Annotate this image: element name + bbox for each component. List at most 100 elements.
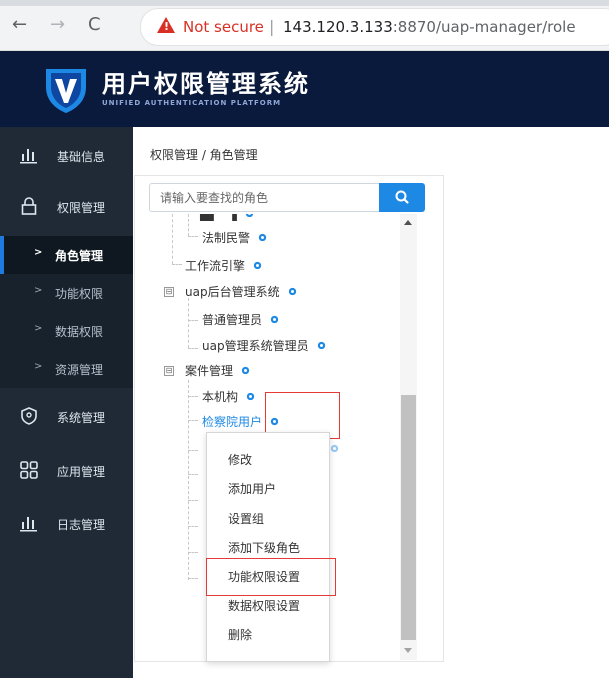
collapse-toggle[interactable]: ⊟ — [164, 287, 174, 297]
url-host: 143.120.3.133 — [283, 18, 393, 36]
tree-node[interactable]: 普通管理员 — [202, 311, 280, 328]
menu-item-data-permission-settings[interactable]: 数据权限设置 — [228, 597, 300, 614]
gear-icon — [245, 214, 254, 218]
context-menu: 修改 添加用户 设置组 添加下级角色 功能权限设置 数据权限设置 删除 — [206, 432, 330, 662]
tree-node-label: 普通管理员 — [202, 313, 263, 327]
gear-icon[interactable] — [287, 286, 298, 297]
tree-connector — [188, 500, 198, 501]
tree-node-clipped: █▌▀▐ — [200, 214, 255, 221]
sidebar-item-basic-info[interactable]: 基础信息 — [0, 134, 133, 178]
tree-node-label: 工作流引擎 — [185, 259, 246, 273]
grid-icon — [20, 461, 38, 479]
tree-connector — [188, 552, 198, 553]
chevron-right-icon: > — [34, 247, 43, 258]
collapse-toggle[interactable]: ⊟ — [164, 366, 174, 376]
sidebar-subitem-function-permission[interactable]: > 功能权限 — [0, 274, 133, 312]
menu-item-edit[interactable]: 修改 — [228, 451, 252, 468]
tree-node-label: uap管理系统管理员 — [202, 339, 309, 353]
tree-connector — [188, 348, 198, 349]
app-title: 用户权限管理系统 — [102, 70, 310, 98]
sidebar-subitem-label: 资源管理 — [55, 363, 104, 377]
tree-connector — [188, 526, 198, 527]
app-header: 用户权限管理系统 UNIFIED AUTHENTICATION PLATFORM — [0, 51, 609, 127]
sidebar-subitem-resource-management[interactable]: > 资源管理 — [0, 350, 133, 388]
tree-connector — [188, 474, 198, 475]
lock-icon — [21, 197, 37, 215]
forward-arrow-icon[interactable]: → — [50, 15, 65, 35]
menu-item-add-user[interactable]: 添加用户 — [228, 480, 276, 497]
sidebar-item-label: 应用管理 — [57, 465, 106, 479]
tree-connector — [188, 214, 189, 236]
security-label[interactable]: Not secure — [183, 18, 264, 36]
tree-scrollbar-thumb[interactable] — [401, 395, 416, 640]
tree-connector — [188, 380, 189, 580]
sidebar-subitem-role-management[interactable]: > 角色管理 — [0, 236, 133, 274]
sidebar-subitem-label: 功能权限 — [55, 287, 104, 301]
menu-item-add-sub-role[interactable]: 添加下级角色 — [228, 539, 300, 556]
browser-toolbar: ← → C ! Not secure | 143.120.3.133:8870/… — [0, 0, 609, 51]
tree-connector — [188, 298, 189, 348]
tree-node-label: 本机构 — [202, 390, 239, 404]
tree-node[interactable]: uap管理系统管理员 — [202, 337, 327, 354]
url-path: :8870/uap-manager/role — [392, 18, 576, 36]
bar-chart-icon — [20, 149, 37, 164]
back-arrow-icon[interactable]: ← — [12, 15, 27, 35]
scroll-up-arrow-icon[interactable] — [404, 220, 412, 225]
tree-node-label: 案件管理 — [185, 364, 234, 378]
tree-connector — [188, 396, 198, 397]
sidebar-item-label: 系统管理 — [57, 411, 106, 425]
address-bar[interactable]: ! Not secure | 143.120.3.133:8870/uap-ma… — [140, 8, 609, 46]
sidebar-item-label: 日志管理 — [57, 518, 106, 532]
scroll-down-arrow-icon[interactable] — [404, 648, 412, 653]
sidebar-subitem-data-permission[interactable]: > 数据权限 — [0, 312, 133, 350]
search-icon — [395, 190, 409, 204]
tree-connector — [188, 420, 198, 421]
tree-node[interactable]: uap后台管理系统 — [185, 283, 298, 300]
gear-icon[interactable] — [245, 391, 256, 402]
tree-node[interactable]: 本机构 — [202, 388, 256, 405]
gear-icon[interactable] — [316, 340, 327, 351]
tree-node[interactable]: 案件管理 — [185, 362, 251, 379]
tree-node[interactable]: 法制民警 — [202, 229, 268, 246]
gear-icon[interactable] — [252, 260, 263, 271]
app-subtitle: UNIFIED AUTHENTICATION PLATFORM — [102, 99, 282, 107]
sidebar-item-system-management[interactable]: 系统管理 — [0, 395, 133, 439]
sidebar-item-log-management[interactable]: 日志管理 — [0, 502, 133, 546]
tree-node-label: 检察院用户 — [202, 415, 263, 429]
sidebar-item-label: 基础信息 — [57, 150, 106, 164]
chevron-right-icon: > — [34, 323, 43, 334]
sidebar-item-permission-management[interactable]: 权限管理 — [0, 185, 133, 229]
tree-connector — [188, 578, 198, 579]
tree-node[interactable]: 工作流引擎 — [185, 257, 263, 274]
highlight-box-menu — [206, 558, 336, 596]
menu-item-set-group[interactable]: 设置组 — [228, 510, 264, 527]
gear-icon — [330, 444, 339, 453]
sidebar-item-application-management[interactable]: 应用管理 — [0, 449, 133, 493]
shield-icon — [21, 407, 37, 425]
gear-icon[interactable] — [269, 314, 280, 325]
tree-connector — [172, 214, 173, 264]
gear-icon[interactable] — [257, 232, 268, 243]
chevron-right-icon: > — [34, 361, 43, 372]
tree-node-label: 法制民警 — [202, 231, 251, 245]
tree-node-label: uap后台管理系统 — [185, 285, 280, 299]
tree-connector — [188, 236, 198, 237]
menu-item-delete[interactable]: 删除 — [228, 626, 252, 643]
bar-chart-icon — [20, 517, 37, 532]
gear-icon[interactable] — [240, 365, 251, 376]
sidebar-item-label: 权限管理 — [57, 201, 106, 215]
tree-connector — [188, 450, 198, 451]
active-indicator — [0, 236, 4, 274]
address-separator: | — [269, 17, 275, 36]
reload-icon[interactable]: C — [88, 15, 101, 35]
shield-logo-icon — [46, 69, 86, 113]
tab-strip — [0, 0, 609, 6]
warning-icon: ! — [157, 17, 175, 33]
breadcrumb: 权限管理 / 角色管理 — [150, 148, 258, 162]
tree-connector — [188, 320, 198, 321]
url-text[interactable]: 143.120.3.133:8870/uap-manager/role — [283, 18, 576, 36]
role-search-input[interactable] — [149, 183, 379, 212]
chevron-right-icon: > — [34, 285, 43, 296]
sidebar: 基础信息 权限管理 > 角色管理 > 功能权限 > 数据权限 > 资源管理 系统… — [0, 127, 133, 678]
search-button[interactable] — [379, 183, 425, 212]
